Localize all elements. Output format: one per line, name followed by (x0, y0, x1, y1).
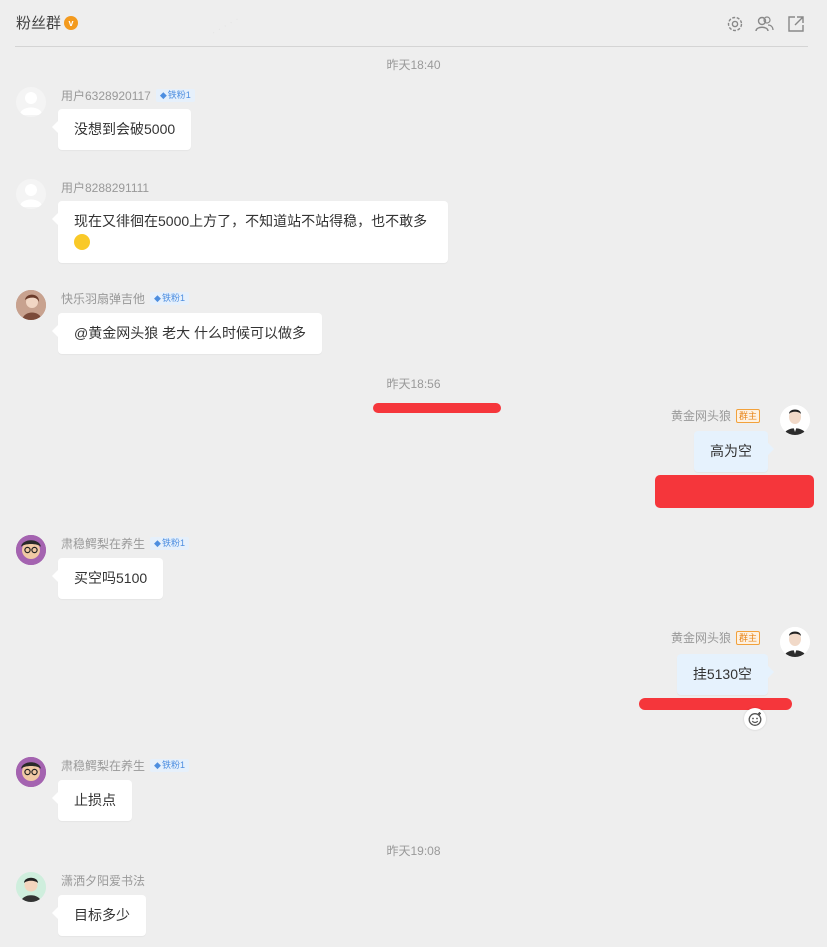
message-text: 目标多少 (74, 907, 130, 923)
owner-badge: 群主 (735, 408, 760, 423)
fan-badge: ◆ 铁粉1 (155, 89, 195, 102)
username[interactable]: 用户6328920117 (61, 87, 151, 104)
message-bubble[interactable]: 买空吗5100 (51, 558, 164, 599)
avatar[interactable] (16, 290, 46, 320)
add-reaction-icon[interactable] (744, 708, 766, 730)
group-title: 粉丝群 v (16, 12, 79, 33)
laughing-emoji-icon (74, 234, 90, 251)
message-author: 肃稳鳄梨在养生 ◆ 铁粉1 (61, 757, 189, 774)
owner-badge: 群主 (735, 630, 760, 645)
username[interactable]: 潇洒夕阳爱书法 (61, 872, 145, 889)
username[interactable]: 黄金网头狼 (671, 629, 731, 646)
message-text: @黄金网头狼 老大 什么时候可以做多 (74, 325, 306, 341)
diamond-icon: ◆ (154, 293, 161, 303)
fan-badge: ◆ 铁粉1 (150, 537, 189, 550)
message-author: 潇洒夕阳爱书法 (61, 872, 145, 889)
cartoon-avatar-icon (16, 872, 46, 902)
message-bubble[interactable]: 挂5130空 (676, 654, 775, 695)
avatar[interactable] (16, 179, 46, 209)
verified-badge-icon: v (64, 15, 79, 30)
red-annotation-mark (655, 475, 814, 508)
user-photo-icon (16, 290, 46, 320)
chat-header: 粉丝群 v (0, 0, 827, 47)
avatar[interactable] (780, 405, 810, 435)
message-bubble[interactable]: 没想到会破5000 (51, 109, 192, 150)
cartoon-avatar-icon (16, 757, 46, 787)
gear-icon[interactable] (725, 14, 745, 34)
message-author: 用户6328920117 ◆ 铁粉1 (61, 87, 195, 104)
message-author: 黄金网头狼 群主 (671, 407, 760, 424)
avatar[interactable] (16, 872, 46, 902)
popout-icon[interactable] (786, 14, 806, 34)
cartoon-avatar-icon (16, 535, 46, 565)
diamond-icon: ◆ (159, 90, 167, 100)
message-author: 黄金网头狼 群主 (671, 629, 760, 646)
message-text: 没想到会破5000 (74, 121, 176, 137)
fan-level: 铁粉1 (161, 538, 185, 548)
message-bubble[interactable]: 高为空 (694, 431, 774, 472)
timestamp: 昨天18:56 (386, 377, 441, 391)
username[interactable]: 黄金网头狼 (671, 407, 731, 424)
avatar[interactable] (780, 627, 810, 657)
fan-level: 铁粉1 (161, 293, 185, 303)
username[interactable]: 肃稳鳄梨在养生 (61, 757, 145, 774)
username[interactable]: 快乐羽扇弹吉他 (61, 290, 145, 307)
message-author: 快乐羽扇弹吉他 ◆ 铁粉1 (61, 290, 189, 307)
username[interactable]: 用户8288291111 (61, 179, 149, 196)
message-text: 买空吗5100 (74, 570, 148, 586)
message-bubble[interactable]: @黄金网头狼 老大 什么时候可以做多 (52, 313, 322, 354)
header-divider (15, 46, 808, 47)
message-bubble[interactable]: 止损点 (52, 780, 132, 821)
message-bubble[interactable]: 目标多少 (52, 895, 146, 936)
default-user-icon (20, 184, 42, 207)
fan-badge: ◆ 铁粉1 (150, 292, 189, 305)
default-user-icon (20, 92, 42, 115)
timestamp: 昨天19:08 (386, 844, 441, 858)
fan-badge: ◆ 铁粉1 (150, 759, 189, 772)
message-text: 现在又徘徊在5000上方了，不知道站不站得稳，也不敢多 (74, 213, 428, 229)
avatar[interactable] (16, 535, 46, 565)
red-annotation-mark (639, 698, 792, 710)
members-icon[interactable] (754, 14, 774, 34)
red-annotation-mark (373, 403, 501, 413)
message-text: 挂5130空 (692, 666, 752, 682)
username[interactable]: 肃稳鳄梨在养生 (61, 535, 145, 552)
message-text: 高为空 (710, 443, 752, 459)
diamond-icon: ◆ (154, 760, 161, 770)
message-author: 肃稳鳄梨在养生 ◆ 铁粉1 (61, 535, 189, 552)
diamond-icon: ◆ (154, 538, 161, 548)
avatar[interactable] (16, 757, 46, 787)
message-author: 用户8288291111 (61, 179, 149, 196)
user-photo-icon (780, 627, 810, 657)
fan-level: 铁粉1 (167, 90, 191, 100)
timestamp: 昨天18:40 (386, 58, 441, 72)
message-text: 止损点 (74, 792, 116, 808)
message-bubble[interactable]: 现在又徘徊在5000上方了，不知道站不站得稳，也不敢多 (52, 201, 448, 263)
fan-level: 铁粉1 (161, 760, 185, 770)
avatar[interactable] (16, 87, 46, 117)
group-name: 粉丝群 (16, 15, 62, 32)
user-photo-icon (780, 405, 810, 435)
